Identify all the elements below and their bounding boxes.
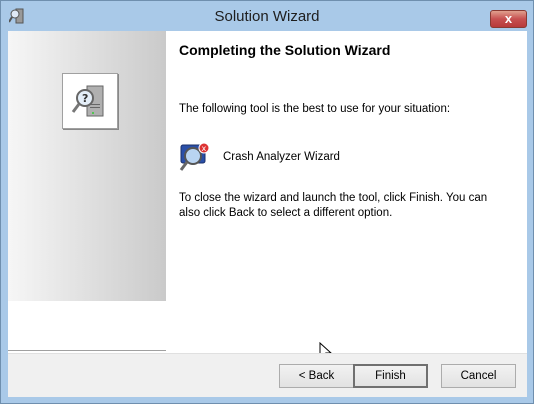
intro-text: The following tool is the best to use fo… bbox=[179, 103, 451, 115]
wizard-content: ? Completing the Solution Wizard The fol… bbox=[8, 31, 527, 397]
server-help-icon: ? bbox=[71, 85, 104, 117]
button-bar: < Back Finish Cancel bbox=[8, 353, 527, 397]
wizard-side-panel bbox=[8, 31, 166, 301]
wizard-image: ? bbox=[62, 73, 118, 129]
instructions-text: To close the wizard and launch the tool,… bbox=[179, 192, 488, 219]
recommended-tool-name: Crash Analyzer Wizard bbox=[223, 151, 340, 163]
window-title: Solution Wizard bbox=[214, 8, 320, 25]
wizard-window: Solution Wizard x ? Completing the Solut… bbox=[0, 0, 534, 404]
svg-text:x: x bbox=[202, 144, 207, 153]
svg-text:?: ? bbox=[82, 92, 88, 105]
crash-analyzer-icon: x bbox=[179, 142, 210, 171]
close-icon: x bbox=[504, 11, 513, 26]
cancel-button[interactable]: Cancel bbox=[441, 364, 516, 388]
divider bbox=[8, 350, 166, 351]
page-title: Completing the Solution Wizard bbox=[179, 42, 391, 58]
back-button[interactable]: < Back bbox=[279, 364, 354, 388]
title-bar[interactable]: Solution Wizard x bbox=[1, 1, 533, 31]
finish-button[interactable]: Finish bbox=[353, 364, 428, 388]
close-button[interactable]: x bbox=[490, 10, 527, 28]
